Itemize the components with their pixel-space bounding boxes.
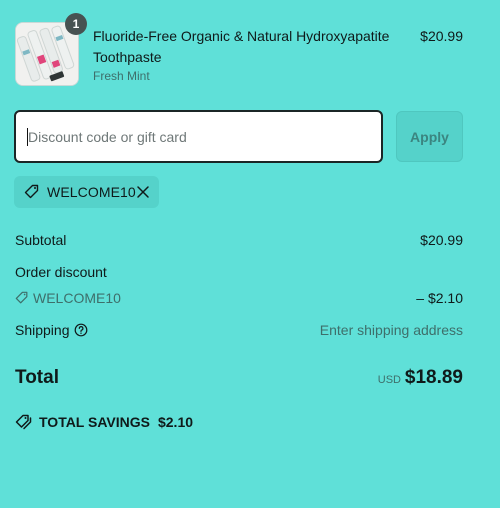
currency-code: USD xyxy=(377,374,401,386)
shipping-row: Shipping Enter shipping address xyxy=(15,322,463,340)
total-savings-label: TOTAL SAVINGS xyxy=(39,414,150,430)
total-label: Total xyxy=(15,367,59,388)
quantity-badge: 1 xyxy=(65,13,87,35)
apply-discount-button[interactable]: Apply xyxy=(396,111,463,162)
subtotal-value: $20.99 xyxy=(420,232,463,248)
discount-value: – $2.10 xyxy=(416,290,463,306)
discount-code-label: WELCOME10 xyxy=(33,290,121,306)
text-caret xyxy=(27,128,28,146)
product-line-item: 1 Fluoride-Free Organic & Natural Hydrox… xyxy=(15,13,463,88)
product-price: $20.99 xyxy=(420,28,463,44)
shipping-label: Shipping xyxy=(15,322,70,338)
subtotal-row: Subtotal $20.99 xyxy=(15,232,463,248)
tag-icon xyxy=(24,184,40,205)
total-value: $18.89 xyxy=(404,367,463,388)
applied-discount-tag: WELCOME10 xyxy=(14,176,159,208)
total-savings-value: $2.10 xyxy=(157,414,194,430)
double-tag-icon xyxy=(15,414,32,430)
tag-icon xyxy=(15,291,28,304)
product-variant: Fresh Mint xyxy=(93,69,150,83)
subtotal-label: Subtotal xyxy=(15,232,67,248)
close-icon[interactable] xyxy=(136,185,150,204)
discount-code-input[interactable] xyxy=(14,110,383,163)
order-discount-label: Order discount xyxy=(15,264,107,280)
product-name: Fluoride-Free Organic & Natural Hydroxya… xyxy=(93,28,390,65)
total-savings-row: TOTAL SAVINGS $2.10 xyxy=(15,414,193,430)
applied-discount-code: WELCOME10 xyxy=(47,184,136,200)
shipping-value: Enter shipping address xyxy=(319,322,463,338)
question-circle-icon[interactable] xyxy=(74,323,88,340)
discount-code-label-wrap: WELCOME10 xyxy=(15,290,121,306)
total-row: Total USD $18.89 xyxy=(15,366,463,392)
order-discount-row: Order discount xyxy=(15,264,463,280)
